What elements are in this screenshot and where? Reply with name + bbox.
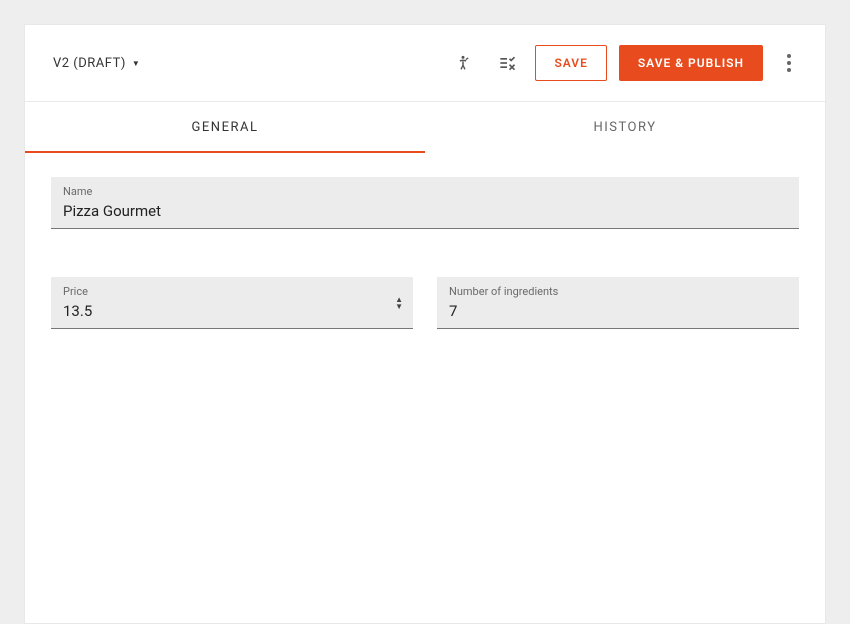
- save-publish-button[interactable]: SAVE & PUBLISH: [619, 45, 763, 81]
- version-label: V2 (DRAFT): [53, 56, 126, 71]
- checklist-icon[interactable]: [491, 47, 523, 79]
- accessibility-icon[interactable]: [447, 47, 479, 79]
- price-field-container: Price ▲ ▼: [51, 277, 413, 329]
- row-name: Name: [51, 177, 799, 229]
- chevron-down-icon: ▼: [395, 303, 403, 310]
- version-selector[interactable]: V2 (DRAFT) ▼: [53, 56, 140, 71]
- dot-icon: [787, 61, 791, 65]
- dot-icon: [787, 54, 791, 58]
- person-icon: [454, 54, 472, 72]
- price-field[interactable]: [63, 300, 401, 322]
- toolbar: V2 (DRAFT) ▼ SAVE SAVE & PUBLISH: [25, 25, 825, 101]
- ingredients-field-container: Number of ingredients: [437, 277, 799, 329]
- name-label: Name: [63, 185, 787, 198]
- tabs: GENERAL HISTORY: [25, 101, 825, 153]
- save-button[interactable]: SAVE: [535, 45, 606, 81]
- row-price-ingredients: Price ▲ ▼ Number of ingredients: [51, 277, 799, 329]
- dot-icon: [787, 68, 791, 72]
- name-field[interactable]: [63, 200, 787, 222]
- more-menu-button[interactable]: [781, 48, 797, 78]
- tab-history[interactable]: HISTORY: [425, 102, 825, 153]
- price-label: Price: [63, 285, 401, 298]
- caret-down-icon: ▼: [132, 59, 140, 68]
- editor-card: V2 (DRAFT) ▼ SAVE SAVE & PUBLISH: [24, 24, 826, 624]
- ingredients-field[interactable]: [449, 300, 787, 322]
- tab-general[interactable]: GENERAL: [25, 102, 425, 153]
- name-field-container: Name: [51, 177, 799, 229]
- tab-content: Name Price ▲ ▼ Number of ingredients: [25, 153, 825, 401]
- ingredients-label: Number of ingredients: [449, 285, 787, 298]
- list-check-icon: [497, 53, 517, 73]
- price-stepper[interactable]: ▲ ▼: [395, 296, 403, 310]
